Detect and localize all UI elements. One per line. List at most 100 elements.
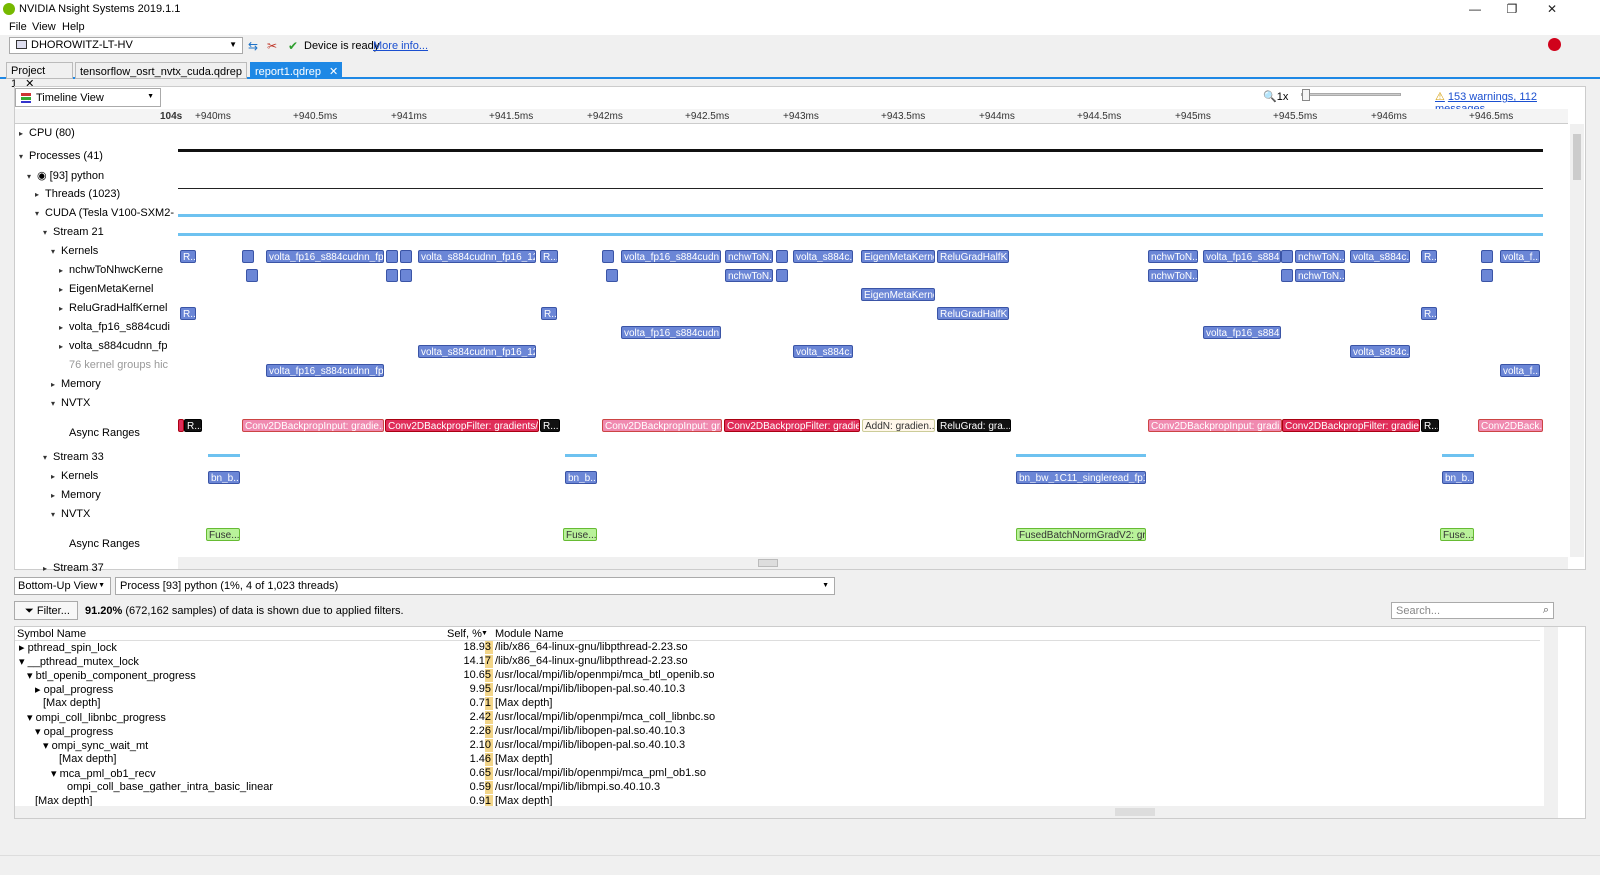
close-icon[interactable]: ✕ — [329, 66, 338, 78]
nvtx-range[interactable]: Conv2DBack... — [1478, 419, 1543, 432]
kernel-segment[interactable]: bn_b... — [208, 471, 240, 484]
nvtx-range[interactable]: Fuse... — [1440, 528, 1474, 541]
chevron-right-icon[interactable]: ▸ — [59, 342, 69, 351]
chevron-down-icon[interactable]: ▾ — [19, 152, 29, 161]
stop-icon[interactable] — [1548, 38, 1561, 51]
table-row[interactable]: ▾ ompi_sync_wait_mt 2.10/usr/local/mpi/li… — [15, 739, 1540, 753]
tree-item[interactable]: ▸ Threads (1023) — [15, 188, 177, 206]
tree-item[interactable]: ▾ CUDA (Tesla V100-SXM2- — [15, 207, 177, 225]
chevron-right-icon[interactable]: ▸ — [59, 285, 69, 294]
kernel-segment[interactable]: R... — [180, 250, 196, 263]
scrollbar-thumb[interactable] — [758, 559, 778, 567]
nvtx-range[interactable]: Conv2DBackpropFilter: gradie... — [1282, 419, 1420, 432]
nvtx-range[interactable]: R... — [540, 419, 560, 432]
kernel-segment[interactable] — [1481, 269, 1493, 282]
kernel-segment[interactable]: volta_s884cudnn_fp16_12... — [418, 345, 536, 358]
kernel-segment[interactable]: nchwToN... — [1295, 269, 1345, 282]
scrollbar-thumb[interactable] — [1115, 808, 1155, 816]
kernel-segment[interactable]: volta_s884c... — [1350, 345, 1410, 358]
kernel-segment[interactable]: R... — [180, 307, 196, 320]
tree-item[interactable]: ▾ NVTX — [15, 397, 177, 415]
table-row[interactable]: ▸ opal_progress 9.95/usr/local/mpi/lib/li… — [15, 683, 1540, 697]
more-info-link[interactable]: More info... — [373, 40, 428, 52]
menu-file[interactable]: File — [9, 21, 27, 33]
chevron-down-icon[interactable]: ▾ — [51, 399, 61, 408]
table-row[interactable]: [Max depth] 0.71 [Max depth] — [15, 697, 1540, 711]
table-row[interactable]: ▾ btl_openib_component_progress 10.65/usr… — [15, 669, 1540, 683]
kernel-segment[interactable] — [606, 269, 618, 282]
tree-item[interactable]: 76 kernel groups hic — [15, 359, 177, 377]
chevron-down-icon[interactable]: ▾ — [27, 172, 37, 181]
tree-item[interactable]: Async Ranges — [15, 527, 177, 561]
close-icon[interactable]: ✕ — [1537, 1, 1567, 17]
kernel-segment[interactable]: volta_fp16_s884cudn... — [621, 326, 721, 339]
kernel-segment[interactable]: bn_bw_1C11_singleread_fp16 — [1016, 471, 1146, 484]
kernel-segment[interactable] — [400, 250, 412, 263]
timeline-horizontal-scrollbar[interactable] — [178, 557, 1568, 569]
menu-view[interactable]: View — [32, 21, 56, 33]
filter-button[interactable]: ⏷ Filter... — [14, 601, 78, 620]
kernel-segment[interactable] — [776, 250, 788, 263]
col-self-percent[interactable]: Self, % — [447, 628, 482, 640]
timeline-tracks[interactable]: R... volta_fp16_s884cudnn_fp... volta_s884… — [178, 127, 1543, 557]
zoom-slider[interactable] — [1301, 89, 1401, 101]
kernel-segment[interactable]: R... — [540, 250, 558, 263]
table-row[interactable]: ▾ opal_progress 2.26/usr/local/mpi/lib/li… — [15, 725, 1540, 739]
kernel-segment[interactable]: EigenMetaKernel — [861, 288, 935, 301]
zoom-slider-handle[interactable] — [1302, 89, 1310, 101]
chevron-right-icon[interactable]: ▸ — [59, 304, 69, 313]
chevron-down-icon[interactable]: ▾ — [51, 510, 61, 519]
timeline-view-select[interactable]: Timeline View ▼ — [15, 88, 161, 107]
process-select[interactable]: Process [93] python (1%, 4 of 1,023 thre… — [115, 577, 835, 595]
kernel-segment[interactable]: volta_s884c... — [793, 250, 853, 263]
tab-report1[interactable]: report1.qdrep ✕ — [250, 62, 342, 79]
kernel-segment[interactable]: volta_fp16_s884... — [1203, 250, 1281, 263]
kernel-segment[interactable]: R... — [1421, 307, 1437, 320]
kernel-segment[interactable] — [386, 250, 398, 263]
tree-item[interactable]: ▾ Stream 21 — [15, 226, 177, 244]
bottom-up-view-select[interactable]: Bottom-Up View ▼ — [14, 577, 111, 595]
tree-item[interactable]: ▸ CPU (80) — [15, 127, 177, 145]
kernel-segment[interactable]: volta_fp16_s884cudn... — [621, 250, 721, 263]
chevron-down-icon[interactable]: ▾ — [43, 228, 53, 237]
kernel-segment[interactable] — [776, 269, 788, 282]
nvtx-range[interactable]: Fuse... — [206, 528, 240, 541]
search-input[interactable]: Search... ⌕ — [1391, 602, 1554, 619]
kernel-segment[interactable]: EigenMetaKernel — [861, 250, 935, 263]
kernel-segment[interactable] — [386, 269, 398, 282]
table-row[interactable]: ▸ pthread_spin_lock 18.93/lib/x86_64-linu… — [15, 641, 1540, 655]
tree-item[interactable]: Async Ranges — [15, 416, 177, 450]
chevron-right-icon[interactable]: ▸ — [51, 491, 61, 500]
kernel-segment[interactable] — [246, 269, 258, 282]
kernel-segment[interactable]: volta_fp16_s884cudnn_fp... — [266, 364, 384, 377]
device-select[interactable]: DHOROWITZ-LT-HV ▼ — [9, 37, 243, 54]
table-vertical-scrollbar[interactable] — [1544, 627, 1558, 818]
tree-item[interactable]: ▾ Kernels — [15, 245, 177, 263]
col-module-name[interactable]: Module Name — [495, 628, 563, 640]
kernel-segment[interactable]: volta_s884cudnn_fp16_12... — [418, 250, 536, 263]
tree-item[interactable]: ▸ volta_s884cudnn_fp — [15, 340, 177, 358]
timeline-vertical-scrollbar[interactable] — [1570, 124, 1584, 557]
settings-tool-icon[interactable]: ✂ — [267, 39, 277, 53]
nvtx-range[interactable]: Conv2DBackpropFilter: gradie... — [724, 419, 860, 432]
refresh-icon[interactable]: ⇆ — [248, 39, 258, 53]
kernel-segment[interactable]: bn_b... — [1442, 471, 1474, 484]
table-row[interactable]: ▾ __pthread_mutex_lock 14.17/lib/x86_64-l… — [15, 655, 1540, 669]
chevron-down-icon[interactable]: ▾ — [35, 209, 45, 218]
chevron-down-icon[interactable]: ▾ — [43, 453, 53, 462]
tree-item[interactable]: ▸ EigenMetaKernel — [15, 283, 177, 301]
tree-item[interactable]: ▸ Memory — [15, 489, 177, 507]
nvtx-range[interactable]: Conv2DBackpropInput: gradi... — [1148, 419, 1282, 432]
chevron-right-icon[interactable]: ▸ — [19, 129, 29, 138]
chevron-down-icon[interactable]: ▾ — [51, 247, 61, 256]
nvtx-range[interactable]: R... — [184, 419, 202, 432]
table-horizontal-scrollbar[interactable] — [15, 806, 1544, 818]
table-row[interactable]: [Max depth] 1.46 [Max depth] — [15, 753, 1540, 767]
table-row[interactable]: ▾ ompi_coll_libnbc_progress 2.42/usr/loca… — [15, 711, 1540, 725]
nvtx-range[interactable]: Conv2DBackpropInput: gr... — [602, 419, 722, 432]
kernel-segment[interactable]: bn_b... — [565, 471, 597, 484]
tab-project-1[interactable]: Project 1 ✕ — [6, 62, 73, 90]
kernel-segment[interactable]: volta_s884c... — [793, 345, 853, 358]
kernel-segment[interactable]: nchwToN... — [1295, 250, 1345, 263]
nvtx-range[interactable]: ReluGrad: gra... — [937, 419, 1011, 432]
